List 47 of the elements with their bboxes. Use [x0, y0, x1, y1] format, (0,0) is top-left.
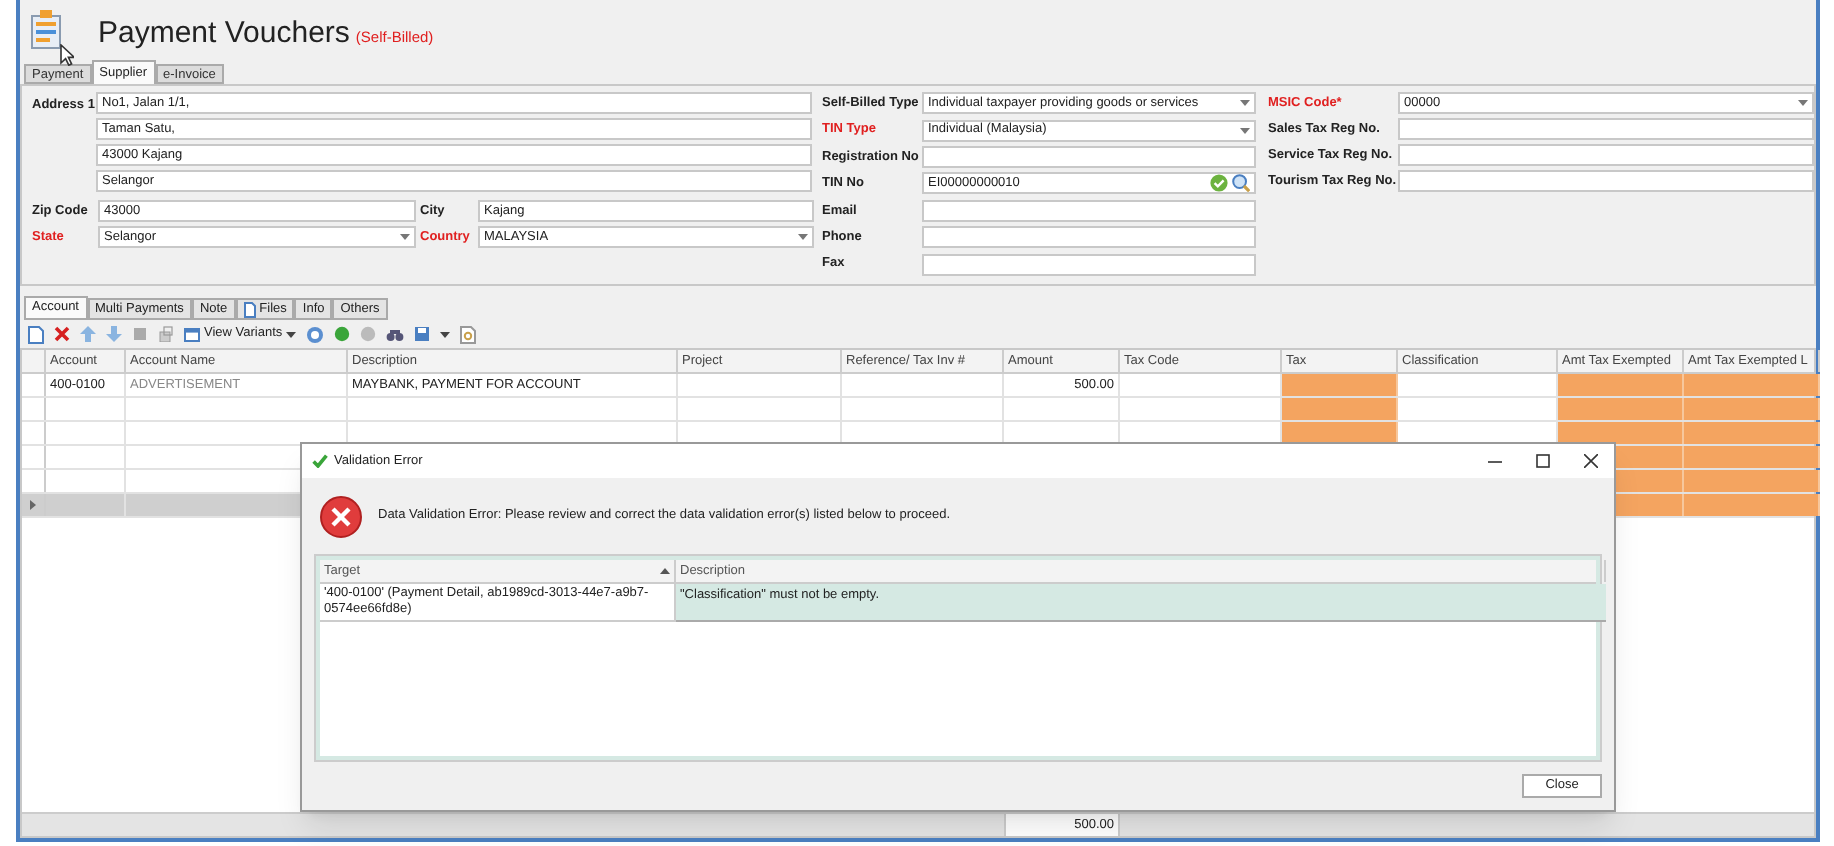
binoculars-icon[interactable]: [386, 327, 405, 341]
sort-ascending-icon[interactable]: [660, 568, 670, 574]
table-cell: [1282, 422, 1398, 444]
table-cell: [1684, 494, 1820, 516]
cursor-icon[interactable]: [60, 44, 74, 66]
caret-icon[interactable]: [1240, 100, 1250, 107]
copy-icon[interactable]: [158, 326, 174, 342]
caret-icon[interactable]: [440, 331, 451, 337]
caret-icon[interactable]: [1240, 127, 1250, 134]
caret-icon[interactable]: [798, 234, 808, 240]
table-row[interactable]: [22, 398, 1814, 422]
table-cell: [1684, 446, 1820, 468]
window-icon[interactable]: [184, 327, 200, 341]
delete-icon[interactable]: [54, 326, 70, 342]
table-cell: [1558, 422, 1684, 444]
table-cell: [1558, 398, 1684, 420]
error-icon[interactable]: [320, 495, 362, 537]
row-indicator-icon[interactable]: [30, 500, 36, 510]
refresh-icon[interactable]: [306, 325, 325, 343]
save-icon[interactable]: [414, 326, 431, 342]
input-field[interactable]: [922, 226, 1256, 249]
close-icon[interactable]: [1584, 454, 1598, 468]
input-field[interactable]: [1398, 118, 1814, 140]
stack-icon[interactable]: [132, 326, 148, 342]
table-cell: [1282, 398, 1398, 420]
caret-icon[interactable]: [286, 331, 297, 337]
input-field[interactable]: [922, 253, 1256, 276]
table-cell: [1684, 470, 1820, 492]
maximize-icon[interactable]: [1536, 454, 1550, 468]
input-field[interactable]: [922, 199, 1256, 222]
caret-icon[interactable]: [400, 234, 410, 240]
checkmark-icon[interactable]: [312, 454, 328, 468]
print-preview-icon[interactable]: [460, 325, 477, 343]
window-title: Payment Vouchers: [98, 17, 350, 48]
input-field[interactable]: [922, 146, 1256, 169]
check-circle-icon[interactable]: [1210, 174, 1228, 193]
arrow-down-icon[interactable]: [106, 326, 122, 342]
new-document-icon[interactable]: [28, 325, 44, 343]
input-field[interactable]: [1398, 144, 1814, 166]
search-icon[interactable]: [1232, 174, 1250, 193]
status-circle-icon[interactable]: [334, 326, 351, 342]
caret-icon[interactable]: [1798, 100, 1808, 106]
document-icon[interactable]: [243, 301, 256, 317]
table-cell: [1684, 398, 1820, 420]
table-cell: [1684, 422, 1820, 444]
input-field[interactable]: [1398, 170, 1814, 192]
arrow-up-icon[interactable]: [80, 326, 96, 342]
